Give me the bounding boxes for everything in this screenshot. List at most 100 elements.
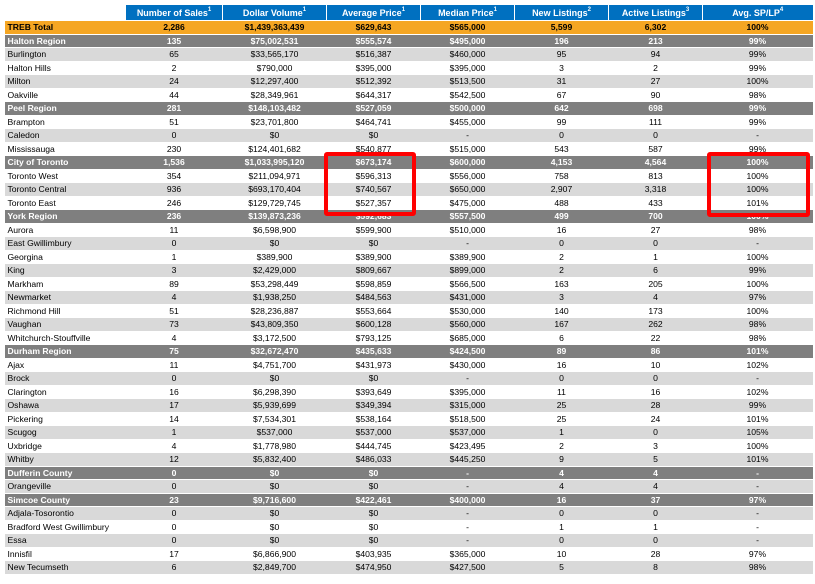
table-cell: 354 [125, 169, 223, 183]
table-header-row: Number of Sales1 Dollar Volume1 Average Pr… [4, 5, 813, 21]
table-cell: $0 [222, 466, 327, 480]
table-row: Pickering 14 $7,534,301 $538,164 $518,500 25 2… [4, 412, 813, 426]
table-cell: 2 [608, 61, 703, 75]
table-cell: 99% [702, 398, 813, 413]
area-name-cell: TREB Total [4, 20, 126, 35]
table-cell: $0 [222, 479, 327, 494]
table-cell: 98% [702, 88, 813, 102]
table-cell: 73 [125, 317, 223, 332]
area-name-cell: Vaughan [4, 317, 126, 332]
table-cell: 3 [125, 263, 223, 278]
table-cell: 0 [125, 506, 223, 521]
area-name-cell: City of Toronto [4, 155, 126, 170]
table-cell: 25 [514, 412, 609, 426]
table-row: Markham 89 $53,298,449 $598,859 $566,500 163 2… [4, 277, 813, 291]
table-cell: $553,664 [326, 304, 421, 318]
table-cell: 6 [514, 331, 609, 345]
table-cell: 4 [514, 466, 609, 480]
table-cell: 0 [514, 236, 609, 251]
table-cell: $0 [326, 371, 421, 386]
column-header: Avg. SP/LP4 [702, 5, 813, 21]
table-cell: 17 [125, 398, 223, 413]
column-header-label: Median Price [438, 7, 494, 18]
table-cell: 99% [702, 263, 813, 278]
table-cell: 37 [608, 493, 703, 507]
table-cell: 100% [702, 250, 813, 264]
table-cell: $809,667 [326, 263, 421, 278]
table-cell: 8 [608, 560, 703, 575]
footnote-marker: 1 [401, 6, 406, 13]
area-name-cell: Markham [4, 277, 126, 291]
footnote-marker: 1 [302, 6, 307, 13]
table-cell: 89 [514, 344, 609, 359]
region-row: Halton Region 135 $75,002,531 $555,574 $495,… [4, 34, 813, 48]
table-cell: 65 [125, 47, 223, 62]
table-cell: 4 [125, 331, 223, 345]
table-cell: 0 [514, 533, 609, 548]
table-cell: - [702, 128, 813, 143]
table-cell: 11 [125, 358, 223, 372]
table-cell: $0 [326, 533, 421, 548]
table-cell: - [420, 128, 515, 143]
table-cell: 23 [125, 493, 223, 507]
table-cell: $148,103,482 [222, 101, 327, 116]
area-name-cell: Uxbridge [4, 439, 126, 453]
table-cell: $475,000 [420, 196, 515, 210]
table-cell: $5,832,400 [222, 452, 327, 467]
table-cell: $400,000 [420, 493, 515, 507]
table-cell: 6 [125, 560, 223, 575]
table-cell: $9,716,600 [222, 493, 327, 507]
area-name-cell: Burlington [4, 47, 126, 62]
area-name-cell: Clarington [4, 385, 126, 399]
table-row: Essa 0 $0 $0-0 0- [4, 533, 813, 548]
area-name-cell: Aurora [4, 223, 126, 237]
table-cell: $512,392 [326, 74, 421, 89]
table-cell: $455,000 [420, 115, 515, 129]
table-cell: 3 [514, 290, 609, 305]
area-name-cell: Brock [4, 371, 126, 386]
table-cell: 99% [702, 101, 813, 116]
table-cell: 9 [514, 452, 609, 467]
table-cell: 99 [514, 115, 609, 129]
table-row: Newmarket 4 $1,938,250 $484,563 $431,000 3 4 97… [4, 290, 813, 305]
table-cell: 98% [702, 331, 813, 345]
area-name-cell: Mississauga [4, 142, 126, 156]
table-cell: 205 [608, 277, 703, 291]
table-cell: - [420, 466, 515, 480]
table-cell: $32,672,470 [222, 344, 327, 359]
table-cell: $1,938,250 [222, 290, 327, 305]
table-cell: 0 [125, 236, 223, 251]
table-cell: - [702, 466, 813, 480]
table-cell: $565,000 [420, 20, 515, 35]
table-cell: 0 [125, 520, 223, 534]
table-cell: 51 [125, 304, 223, 318]
market-table-container: Number of Sales1 Dollar Volume1 Average Pr… [4, 5, 813, 575]
table-row: New Tecumseth 6 $2,849,700 $474,950 $427,500… [4, 560, 813, 575]
table-row: Burlington 65 $33,565,170 $516,387 $460,000 9… [4, 47, 813, 62]
table-cell: 28 [608, 398, 703, 413]
table-cell: $685,000 [420, 331, 515, 345]
table-cell: $790,000 [222, 61, 327, 75]
table-cell: $644,317 [326, 88, 421, 102]
area-name-cell: Brampton [4, 115, 126, 129]
table-cell: $0 [326, 236, 421, 251]
table-cell: 111 [608, 115, 703, 129]
table-cell: 0 [608, 533, 703, 548]
area-name-cell: Adjala-Tosorontio [4, 506, 126, 521]
table-cell: 98% [702, 560, 813, 575]
area-name-cell: Durham Region [4, 344, 126, 359]
table-cell: $435,633 [326, 344, 421, 359]
table-row: Innisfil 17 $6,866,900 $403,935 $365,000 10 28… [4, 547, 813, 561]
table-cell: 98% [702, 317, 813, 332]
table-cell: 27 [608, 223, 703, 237]
table-cell: 6,302 [608, 20, 703, 35]
table-cell: - [420, 479, 515, 494]
table-cell: $28,236,887 [222, 304, 327, 318]
table-cell: $555,574 [326, 34, 421, 48]
table-row: Adjala-Tosorontio 0 $0 $0-0 0- [4, 506, 813, 521]
table-cell: $537,000 [420, 425, 515, 440]
table-cell: - [702, 520, 813, 534]
area-name-cell: Dufferin County [4, 466, 126, 480]
table-cell: 1 [514, 520, 609, 534]
table-cell: 173 [608, 304, 703, 318]
